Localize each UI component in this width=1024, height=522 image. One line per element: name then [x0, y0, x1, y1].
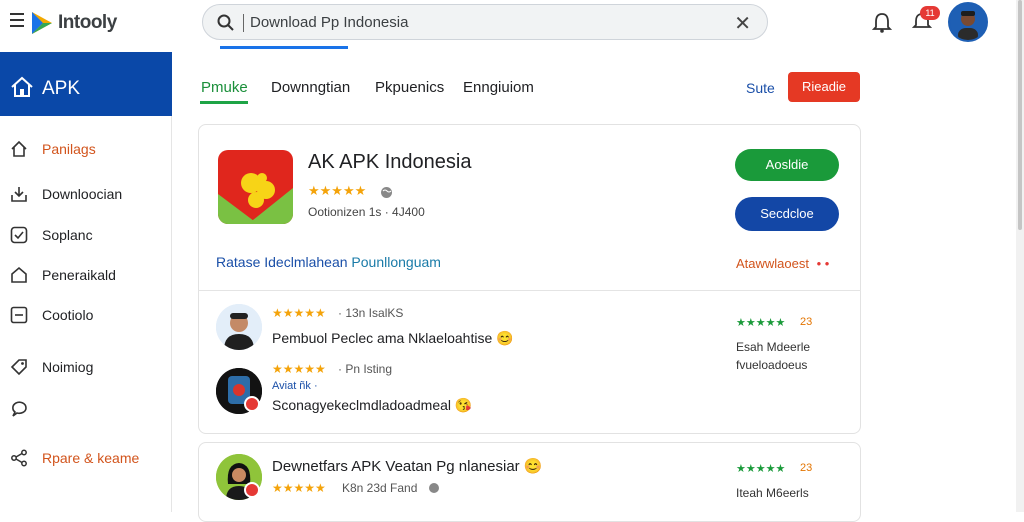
- minus-box-icon: [10, 306, 28, 324]
- sute-link[interactable]: Sute: [746, 80, 775, 96]
- review-title: Pembuol Peclec ama Nklaeloahtise 😊: [272, 330, 514, 346]
- badge-icon: [244, 396, 260, 412]
- app-title: AK APK Indonesia: [308, 151, 472, 173]
- top-bar: Intooly Download Pp Indonesia ✕ 11: [0, 0, 1024, 49]
- sidebar-item-downloads[interactable]: Downloocian: [0, 177, 172, 211]
- app-icon[interactable]: [218, 150, 293, 224]
- house-icon: [11, 266, 27, 283]
- review-stars: ★★★★★: [272, 306, 326, 320]
- link-pounllonguam[interactable]: Pounllonguam: [351, 254, 441, 270]
- checkbox-icon: [10, 226, 28, 244]
- sidebar-item-soplanc[interactable]: Soplanc: [0, 218, 172, 252]
- sidebar-item-label: Rpare & keame: [42, 450, 140, 466]
- secondary-button[interactable]: Secdcloe: [735, 197, 839, 231]
- red-action-button[interactable]: Rieadie: [788, 72, 860, 102]
- chat-bubble-icon: [12, 401, 27, 417]
- home-outline-icon: [11, 140, 27, 157]
- review-side-note: Esah Mdeerle fvueloadoeus: [736, 338, 810, 374]
- card2-title: Dewnetfars APK Veatan Pg nlanesiar 😊: [272, 458, 543, 475]
- sidebar-item-label: Soplanc: [42, 227, 93, 243]
- review-side-note-line2: fvueloadoeus: [736, 358, 808, 372]
- sidebar-item-peneraikald[interactable]: Peneraikald: [0, 258, 172, 292]
- sidebar-item-label: Noimiog: [42, 359, 94, 375]
- home-icon: [11, 76, 33, 97]
- logo-text: Intooly: [58, 12, 117, 33]
- sidebar-title: APK: [42, 78, 81, 99]
- tab-pmuke[interactable]: Pmuke: [201, 79, 248, 96]
- globe-icon: [381, 187, 392, 198]
- card2-stars: ★★★★★: [272, 481, 326, 495]
- bell-icon[interactable]: [872, 12, 892, 34]
- sidebar-item-rpare-keame[interactable]: Rpare & keame: [0, 441, 172, 475]
- app-links: Ratase Ideclmlahean Pounllonguam: [216, 254, 441, 270]
- sidebar-header[interactable]: APK: [0, 52, 172, 116]
- menu-icon[interactable]: [10, 13, 24, 31]
- logo-icon: [32, 12, 52, 34]
- avatar[interactable]: [216, 304, 262, 350]
- primary-button[interactable]: Aosldie: [735, 149, 839, 181]
- sidebar-item-label: Peneraikald: [42, 267, 116, 283]
- close-icon[interactable]: ✕: [734, 11, 751, 36]
- review-side-stars: ★★★★★: [736, 317, 786, 329]
- badge-icon: [244, 482, 260, 498]
- card2-side-count: 23: [800, 462, 813, 474]
- review-stars: ★★★★★: [272, 362, 326, 376]
- sidebar-item-label: Cootiolo: [42, 307, 94, 323]
- tab-downngtian[interactable]: Downngtian: [271, 79, 350, 96]
- search-input[interactable]: Download Pp Indonesia: [250, 14, 408, 31]
- search-cursor: [243, 14, 244, 32]
- search-progress: [220, 46, 348, 49]
- card2-side-note: Iteah M6eerls: [736, 486, 809, 500]
- sidebar-item-chat[interactable]: [0, 392, 172, 426]
- sidebar-item-cootiolo[interactable]: Cootiolo: [0, 298, 172, 332]
- tag-icon: [10, 359, 27, 376]
- review-title: Sconagyekeclmdladoadmeal 😘: [272, 397, 473, 413]
- download-tray-icon: [11, 187, 27, 202]
- notification-badge: 11: [920, 6, 940, 20]
- sidebar-item-panilags[interactable]: Panilags: [0, 132, 172, 166]
- app-meta: Ootionizen 1s · 4J400: [308, 205, 425, 219]
- card2-side-stars: ★★★★★: [736, 463, 786, 475]
- link-atawwlaoest[interactable]: Atawwlaoest • •: [736, 256, 829, 271]
- review-meta: · Pn Isting: [338, 362, 393, 376]
- link-right-label: Atawwlaoest: [736, 256, 809, 271]
- app-rating-stars: ★★★★★: [308, 183, 367, 198]
- share-icon: [11, 449, 27, 467]
- link-ratase[interactable]: Ratase Ideclmlahean: [216, 254, 348, 270]
- sidebar-item-label: Panilags: [42, 141, 96, 157]
- tab-enngiuiom[interactable]: Enngiuiom: [463, 79, 534, 96]
- divider: [198, 290, 861, 291]
- sidebar: APK Panilags Downloocian Soplanc Penerai…: [0, 52, 172, 512]
- sidebar-item-noimiog[interactable]: Noimiog: [0, 350, 172, 384]
- search-icon: [217, 14, 234, 31]
- card2-meta: K8n 23d Fand: [342, 481, 418, 495]
- active-tab-indicator: [200, 101, 248, 104]
- review-side-count: 23: [800, 316, 813, 328]
- review-meta: · 13n IsalKS: [338, 306, 404, 320]
- more-dots-icon: • •: [816, 256, 830, 271]
- avatar[interactable]: [948, 2, 988, 42]
- review-subtitle: Aviat ñk ·: [272, 380, 318, 392]
- scrollbar-thumb[interactable]: [1018, 0, 1022, 230]
- sidebar-item-label: Downloocian: [42, 186, 123, 202]
- globe-icon: [429, 483, 439, 493]
- review-side-note-line1: Esah Mdeerle: [736, 340, 811, 354]
- search-bar[interactable]: Download Pp Indonesia ✕: [202, 4, 768, 40]
- tab-pkpuenics[interactable]: Pkpuenics: [375, 79, 444, 96]
